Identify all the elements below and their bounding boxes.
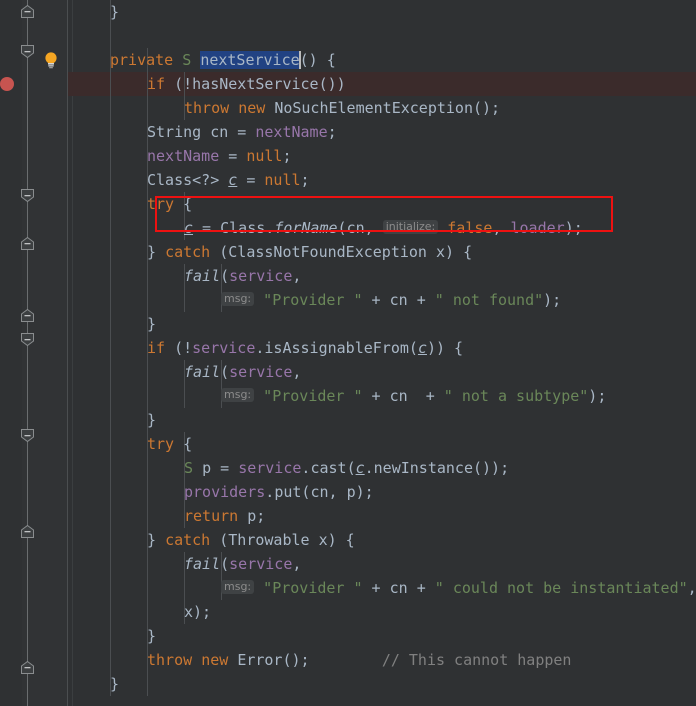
code-line[interactable]: if (!hasNextService()) (147, 72, 346, 96)
fold-marker-fold-end[interactable] (20, 660, 35, 675)
code-line[interactable]: } catch (ClassNotFoundException x) { (147, 240, 472, 264)
code-line[interactable]: nextName = null; (147, 144, 292, 168)
code-line[interactable]: throw new NoSuchElementException(); (184, 96, 500, 120)
code-line[interactable]: S p = service.cast(c.newInstance()); (184, 456, 509, 480)
code-line[interactable]: msg: "Provider " + cn + " not a subtype"… (221, 384, 606, 408)
code-line[interactable]: fail(service, (184, 360, 301, 384)
code-line[interactable]: c = Class.forName(cn, initialize: false,… (184, 216, 583, 240)
editor-gutter[interactable] (0, 0, 68, 706)
fold-marker-fold-end[interactable] (20, 4, 35, 19)
code-line[interactable]: throw new Error(); // This cannot happen (147, 648, 571, 672)
fold-marker-fold-start[interactable] (20, 44, 35, 59)
selected-text[interactable]: nextService (200, 51, 300, 69)
code-text-area[interactable]: } private S nextService() {if (!hasNextSe… (68, 0, 696, 706)
inlay-hint: msg: (221, 580, 255, 594)
code-line[interactable]: } (110, 672, 119, 696)
fold-marker-fold-end[interactable] (20, 236, 35, 251)
inlay-hint: msg: (221, 292, 255, 306)
fold-marker-fold-start[interactable] (20, 332, 35, 347)
code-line[interactable]: } catch (Throwable x) { (147, 528, 355, 552)
code-line[interactable]: try { (147, 432, 192, 456)
fold-marker-fold-end[interactable] (20, 308, 35, 323)
code-line[interactable]: } (147, 408, 156, 432)
code-line[interactable]: return p; (184, 504, 265, 528)
code-line[interactable]: fail(service, (184, 264, 301, 288)
code-editor[interactable]: } private S nextService() {if (!hasNextSe… (0, 0, 696, 706)
code-line[interactable]: x); (184, 600, 211, 624)
code-line[interactable]: } (147, 312, 156, 336)
code-line[interactable]: Class<?> c = null; (147, 168, 310, 192)
gutter-border (67, 0, 68, 706)
fold-marker-fold-end[interactable] (20, 524, 35, 539)
code-line[interactable]: String cn = nextName; (147, 120, 337, 144)
code-line[interactable]: } (147, 624, 156, 648)
code-line[interactable]: providers.put(cn, p); (184, 480, 374, 504)
breakpoint-dot[interactable] (0, 77, 14, 91)
code-line[interactable]: } (110, 0, 119, 24)
code-line[interactable]: try { (147, 192, 192, 216)
code-line[interactable]: msg: "Provider " + cn + " could not be i… (221, 576, 696, 600)
code-fold-line (27, 0, 28, 706)
gutter-annotation-strip[interactable] (0, 0, 22, 706)
fold-marker-fold-start[interactable] (20, 188, 35, 203)
code-line[interactable]: private S nextService() { (110, 48, 336, 72)
intention-bulb-icon[interactable] (42, 51, 60, 69)
code-line[interactable]: if (!service.isAssignableFrom(c)) { (147, 336, 463, 360)
code-line[interactable]: fail(service, (184, 552, 301, 576)
inlay-hint: msg: (221, 388, 255, 402)
inlay-hint: initialize: (382, 220, 439, 234)
fold-marker-fold-start[interactable] (20, 428, 35, 443)
code-line[interactable]: msg: "Provider " + cn + " not found"); (221, 288, 561, 312)
